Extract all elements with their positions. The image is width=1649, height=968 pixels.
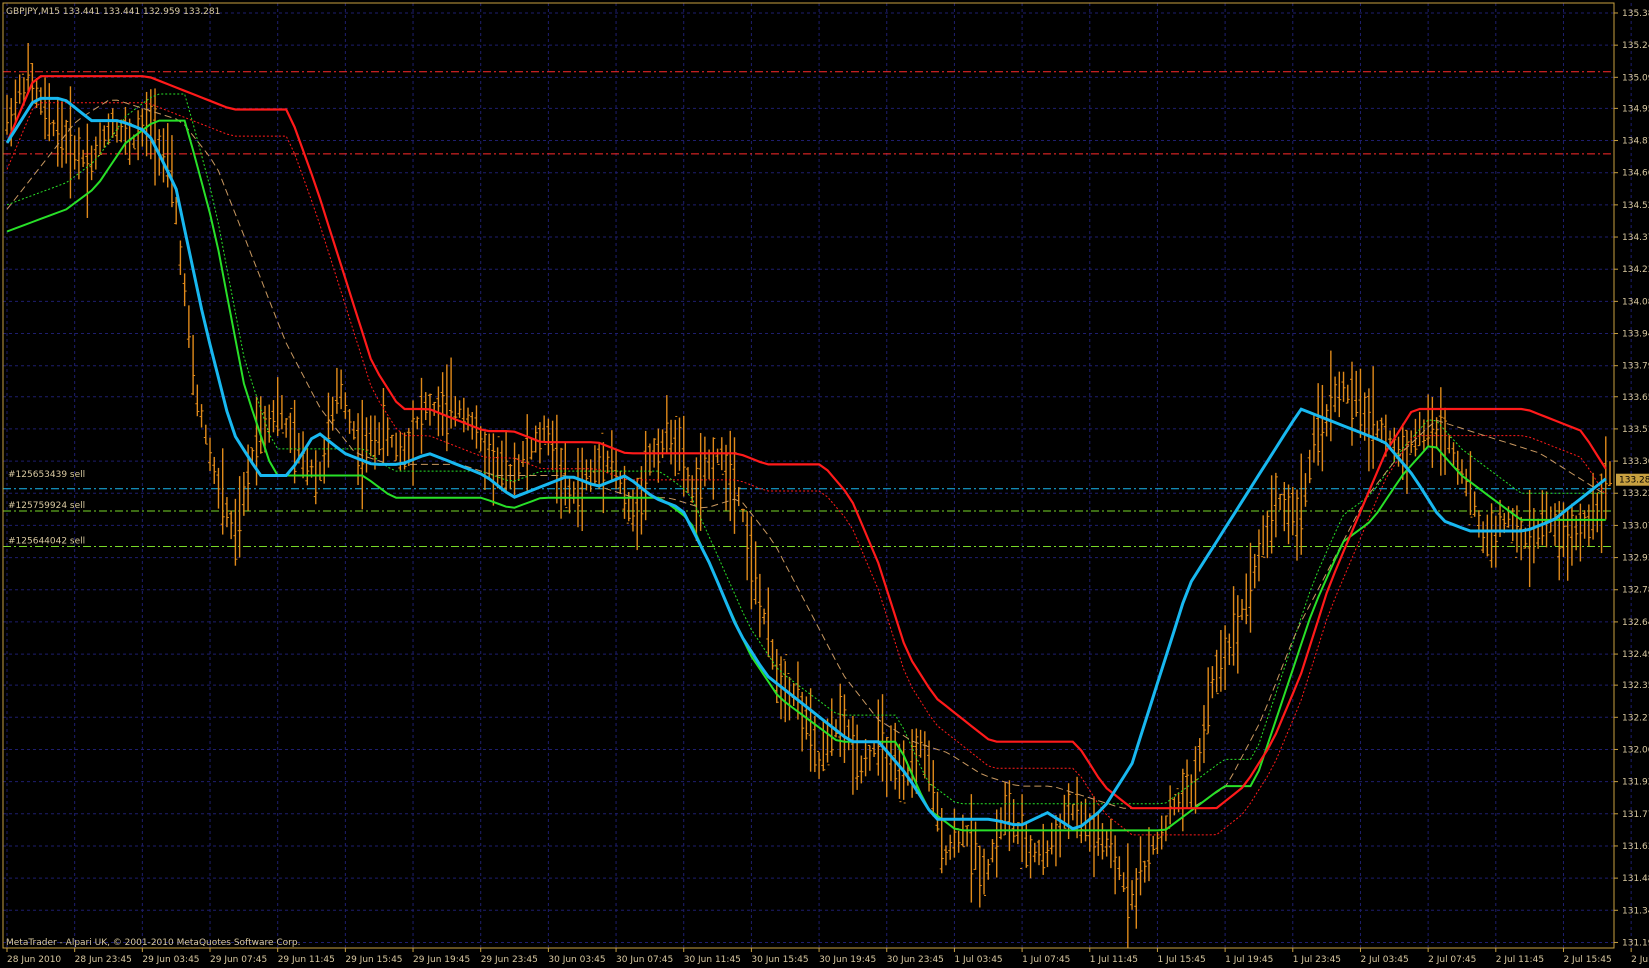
time-tick-label: 29 Jun 23:45 xyxy=(481,955,538,965)
time-tick-label: 30 Jun 23:45 xyxy=(887,955,944,965)
order-label-text: #125644042 sell xyxy=(8,536,85,546)
order-label-text: #125653439 sell xyxy=(8,470,85,480)
price-tick-label: 132.065 xyxy=(1622,745,1649,755)
price-tick-label: 133.220 xyxy=(1622,489,1649,499)
price-tick-label: 135.240 xyxy=(1622,41,1649,51)
chart-frame xyxy=(2,2,1615,949)
time-tick-label: 1 Jul 15:45 xyxy=(1157,955,1205,965)
price-tick-label: 132.785 xyxy=(1622,586,1649,596)
price-tick-label: 132.210 xyxy=(1622,713,1649,723)
price-tick-label: 131.630 xyxy=(1622,842,1649,852)
chart-window[interactable]: 135.385 135.240 135.095 134.955 134.810 134.6… xyxy=(0,0,1649,968)
price-tick-label: 135.385 xyxy=(1622,9,1649,19)
time-tick-label: 30 Jun 19:45 xyxy=(819,955,876,965)
time-tick-label: 2 Jul 15:45 xyxy=(1563,955,1611,965)
price-tick-label: 134.230 xyxy=(1622,265,1649,275)
time-tick-label: 2 Jul 11:45 xyxy=(1496,955,1544,965)
price-tick-label: 133.365 xyxy=(1622,457,1649,467)
price-tick-label: 133.655 xyxy=(1622,393,1649,403)
time-tick-label: 30 Jun 11:45 xyxy=(684,955,741,965)
price-tick-label: 134.810 xyxy=(1622,137,1649,147)
price-bars xyxy=(5,43,1612,948)
price-tick-label: 131.340 xyxy=(1622,906,1649,916)
time-tick-label: 29 Jun 19:45 xyxy=(413,955,470,965)
price-tick-label: 131.485 xyxy=(1622,874,1649,884)
price-tick-label: 134.955 xyxy=(1622,104,1649,114)
price-tick-label: 131.775 xyxy=(1622,810,1649,820)
price-tick-label: 133.075 xyxy=(1622,521,1649,531)
price-tick-label: 132.930 xyxy=(1622,554,1649,564)
time-tick-label: 2 Jul 03:45 xyxy=(1360,955,1408,965)
time-tick-label: 30 Jun 07:45 xyxy=(616,955,673,965)
time-tick-label: 1 Jul 07:45 xyxy=(1022,955,1070,965)
price-tick-label: 134.085 xyxy=(1622,297,1649,307)
price-tick-label: 133.510 xyxy=(1622,425,1649,435)
time-tick-label: 29 Jun 07:45 xyxy=(210,955,267,965)
time-tick-label: 29 Jun 11:45 xyxy=(278,955,335,965)
price-tick-label: 131.920 xyxy=(1622,778,1649,788)
price-tick-label: 133.940 xyxy=(1622,330,1649,340)
time-tick-label: 28 Jun 2010 xyxy=(7,955,61,965)
time-tick-label: 1 Jul 19:45 xyxy=(1225,955,1273,965)
price-tick-label: 132.495 xyxy=(1622,650,1649,660)
price-tick-label: 134.520 xyxy=(1622,201,1649,211)
time-tick-label: 30 Jun 03:45 xyxy=(548,955,605,965)
horizontal-lines xyxy=(3,71,1614,547)
grid-layer xyxy=(3,3,1632,948)
time-tick-label: 1 Jul 23:45 xyxy=(1293,955,1341,965)
price-chart[interactable]: 135.385 135.240 135.095 134.955 134.810 134.6… xyxy=(0,0,1649,968)
time-tick-label: 1 Jul 11:45 xyxy=(1090,955,1138,965)
price-tick-label: 131.195 xyxy=(1622,938,1649,948)
current-price-label: 133.281 xyxy=(1619,476,1649,486)
price-tick-label: 132.355 xyxy=(1622,681,1649,691)
price-tick-label: 134.665 xyxy=(1622,169,1649,179)
order-label-text: #125759924 sell xyxy=(8,501,85,511)
time-tick-label: 28 Jun 23:45 xyxy=(75,955,132,965)
time-axis[interactable]: 28 Jun 2010 28 Jun 23:45 29 Jun 03:45 29 Ju… xyxy=(6,948,1649,965)
price-tick-label: 132.640 xyxy=(1622,618,1649,628)
time-tick-label: 29 Jun 15:45 xyxy=(345,955,402,965)
time-tick-label: 30 Jun 15:45 xyxy=(751,955,808,965)
copyright-text: MetaTrader - Alpari UK, © 2001-2010 Meta… xyxy=(6,938,300,948)
price-tick-label: 133.795 xyxy=(1622,362,1649,372)
time-tick-label: 29 Jun 03:45 xyxy=(142,955,199,965)
price-tick-label: 135.095 xyxy=(1622,73,1649,83)
time-tick-label: 2 Jul 07:45 xyxy=(1428,955,1476,965)
order-labels: #125653439 sell #125759924 sell #125644042… xyxy=(8,470,85,547)
symbol-header: GBPJPY,M15 133.441 133.441 132.959 133.2… xyxy=(6,7,220,17)
time-tick-label: 1 Jul 03:45 xyxy=(954,955,1002,965)
time-tick-label: 2 Jul 19:45 xyxy=(1631,955,1649,965)
price-tick-label: 134.375 xyxy=(1622,233,1649,243)
